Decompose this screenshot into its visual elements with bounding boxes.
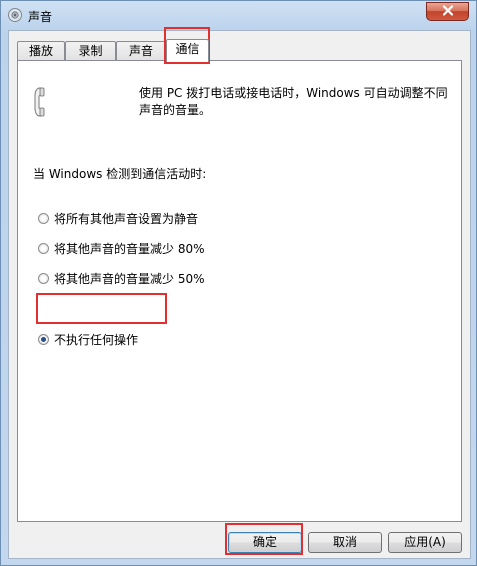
communications-panel: 使用 PC 拨打电话或接电话时，Windows 可自动调整不同声音的音量。 当 …: [17, 60, 462, 522]
close-icon: [442, 4, 454, 19]
radio-button[interactable]: [38, 212, 49, 224]
ok-button[interactable]: 确定: [228, 532, 302, 553]
tab-communications[interactable]: 通信: [166, 39, 209, 62]
speaker-icon: [7, 7, 23, 23]
option-do-nothing[interactable]: 不执行任何操作: [38, 330, 138, 348]
option-label: 将其他声音的音量减少 80%: [54, 241, 205, 256]
option-reduce-80[interactable]: 将其他声音的音量减少 80%: [38, 239, 205, 257]
window-title: 声音: [28, 10, 53, 24]
communication-activity-label: 当 Windows 检测到通信活动时:: [33, 167, 207, 181]
close-button[interactable]: [426, 2, 469, 21]
tab-strip: 播放 录制 声音 通信: [17, 39, 467, 62]
radio-button-selected[interactable]: [38, 333, 49, 345]
title-bar[interactable]: 声音: [1, 1, 476, 30]
tab-sounds[interactable]: 声音: [116, 41, 166, 60]
tab-playback[interactable]: 播放: [17, 41, 65, 60]
radio-button[interactable]: [38, 242, 49, 254]
cancel-button[interactable]: 取消: [308, 532, 382, 553]
apply-button[interactable]: 应用(A): [388, 532, 462, 553]
radio-button[interactable]: [38, 272, 49, 284]
telephone-handset-icon: [32, 85, 54, 119]
option-mute-all[interactable]: 将所有其他声音设置为静音: [38, 209, 198, 227]
sound-dialog: 声音 播放 录制 声音 通信 使用 PC 拨打电话或接电话时，Windows 可…: [0, 0, 477, 566]
dialog-client: 播放 录制 声音 通信 使用 PC 拨打电话或接电话时，Windows 可自动调…: [8, 30, 471, 559]
option-label: 将其他声音的音量减少 50%: [54, 271, 205, 286]
option-label: 不执行任何操作: [54, 332, 139, 347]
tab-recording[interactable]: 录制: [65, 41, 116, 60]
description-text: 使用 PC 拨打电话或接电话时，Windows 可自动调整不同声音的音量。: [139, 86, 448, 117]
option-label: 将所有其他声音设置为静音: [54, 211, 199, 226]
option-reduce-50[interactable]: 将其他声音的音量减少 50%: [38, 269, 205, 287]
